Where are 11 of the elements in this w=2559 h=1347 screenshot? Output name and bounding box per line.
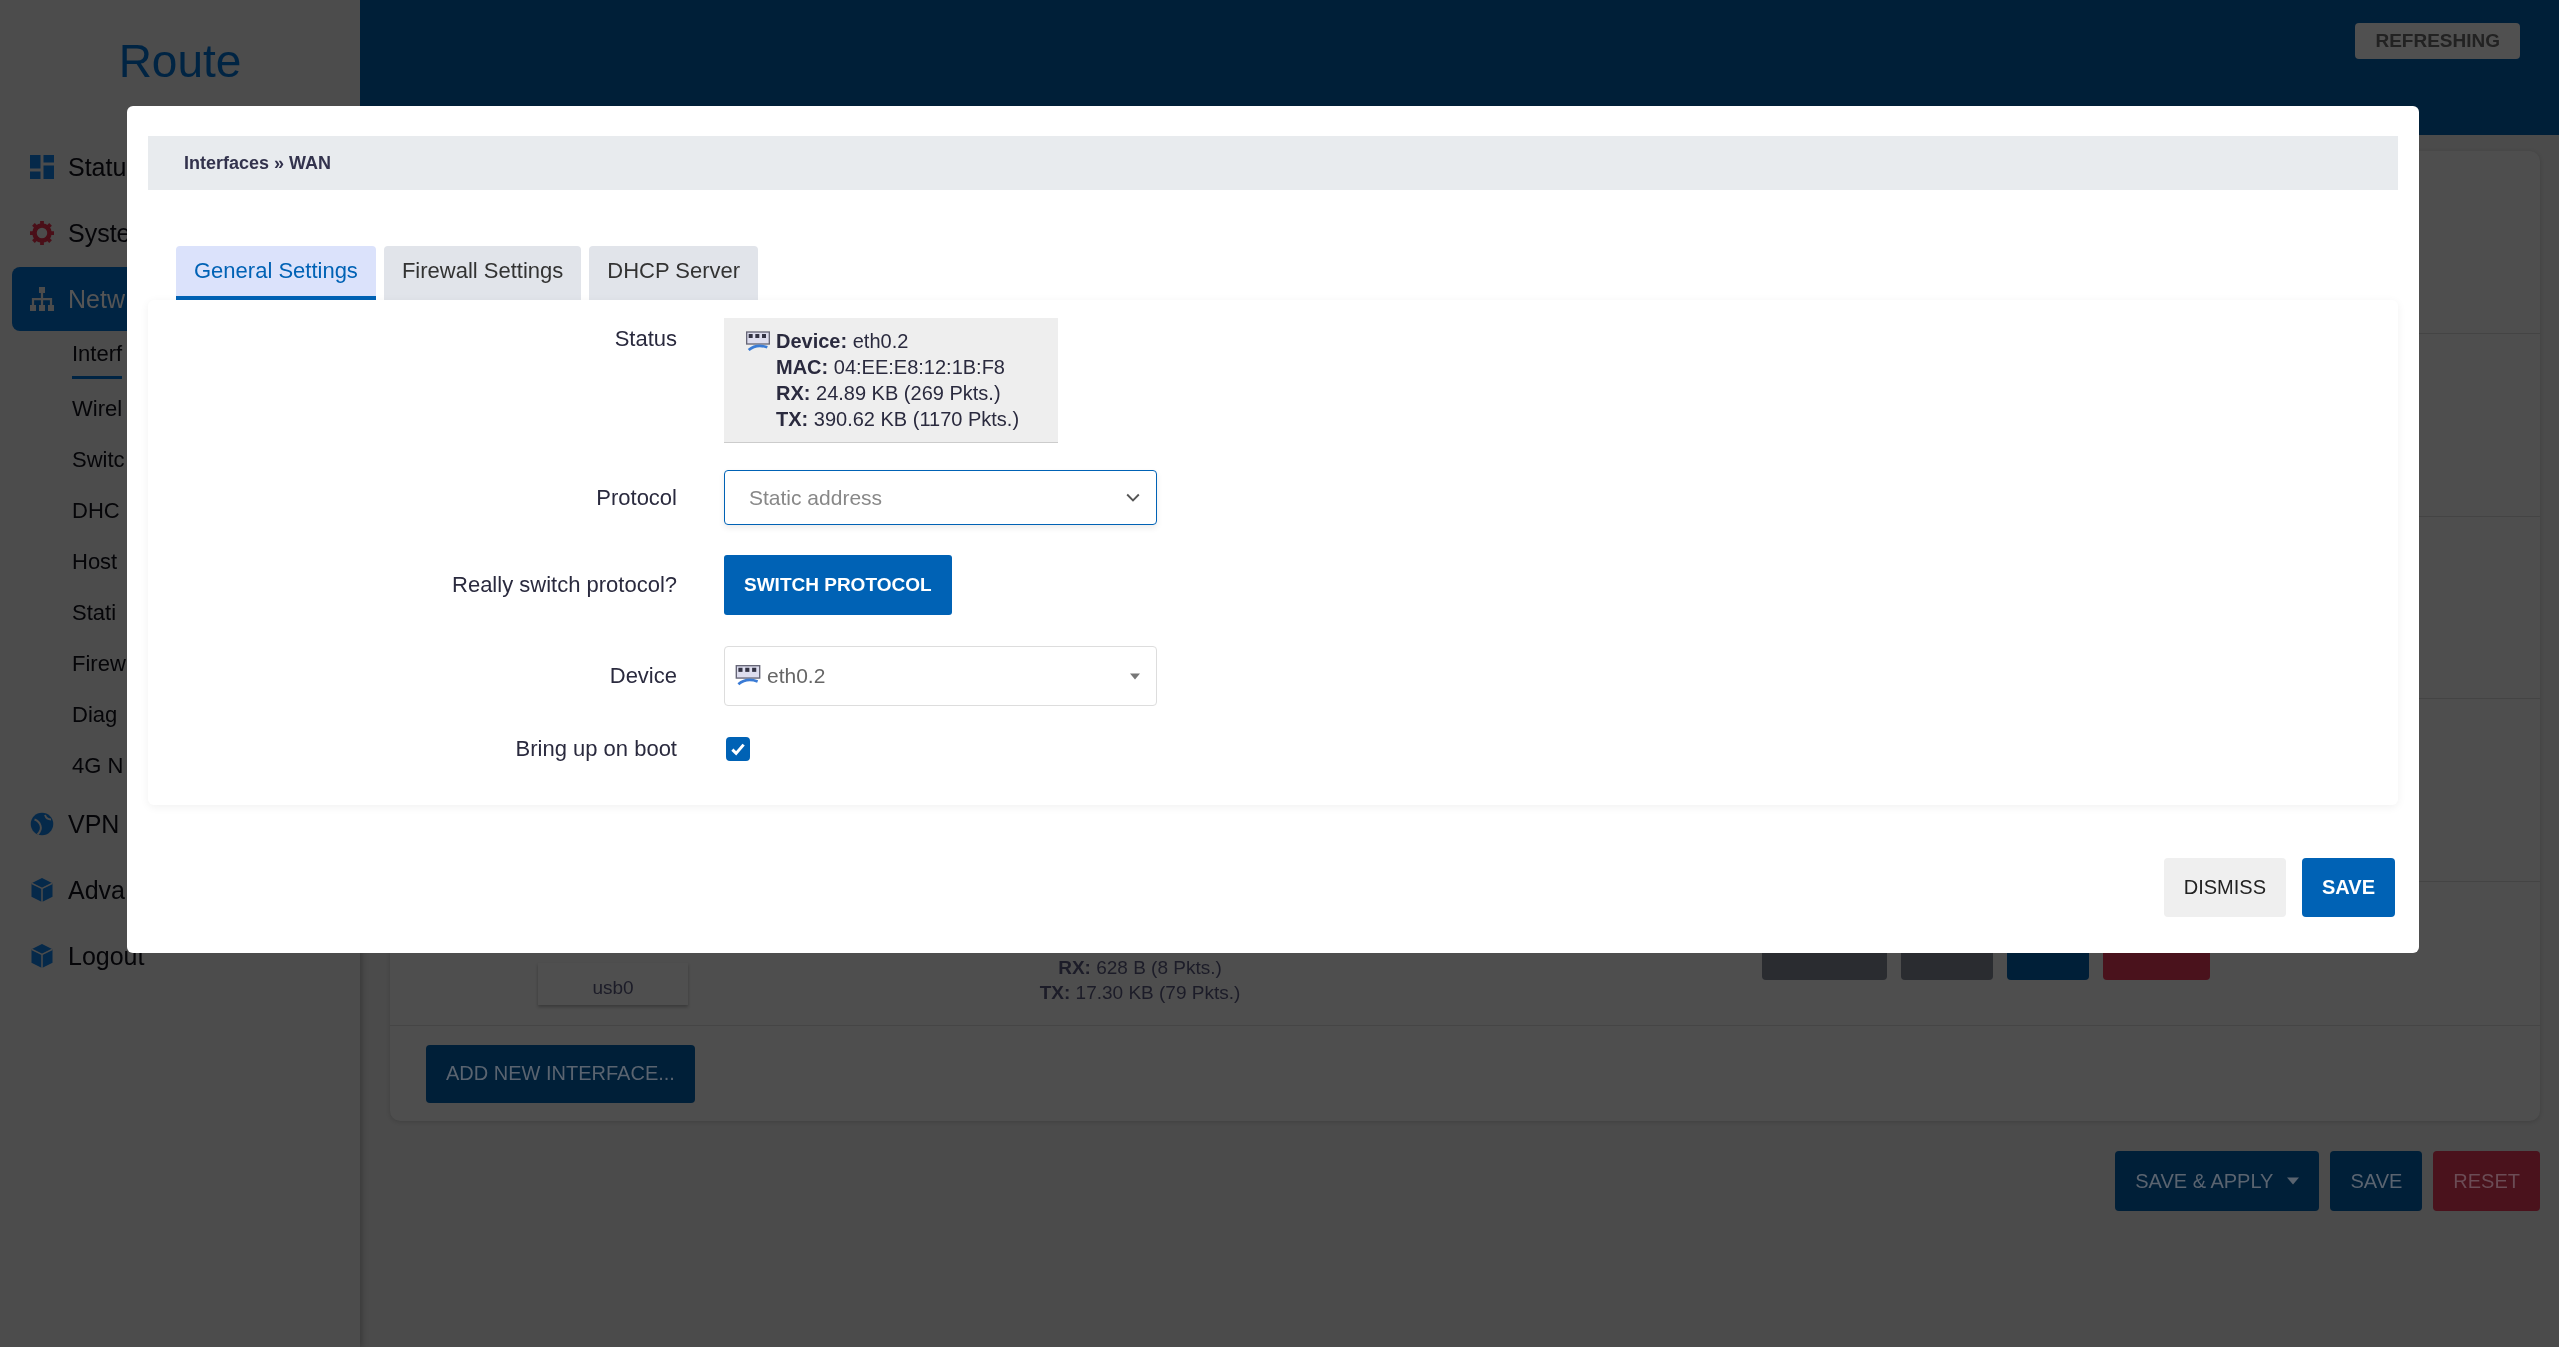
status-line: RX: 24.89 KB (269 Pkts.) xyxy=(776,381,1002,406)
status-line: Device: eth0.2 xyxy=(776,329,910,354)
field-label: Really switch protocol? xyxy=(451,572,677,598)
field-label: Protocol xyxy=(595,484,677,511)
status-line: TX: 390.62 KB (1170 Pkts.) xyxy=(776,407,1020,432)
field-label: Status xyxy=(613,325,677,352)
field-label: Bring up on boot xyxy=(514,736,677,762)
field-label: Device xyxy=(608,663,677,689)
breadcrumb: Interfaces » WAN xyxy=(148,136,2398,190)
status-line: MAC: 04:EE:E8:12:1B:F8 xyxy=(776,355,1006,380)
logo-text: Route xyxy=(117,34,243,89)
